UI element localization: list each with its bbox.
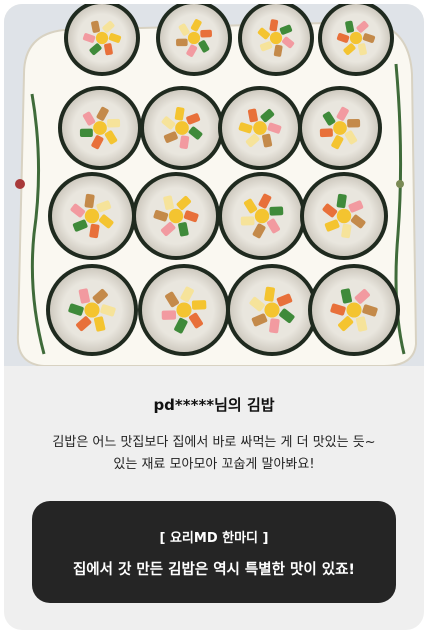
kimbap-roll [226,264,318,356]
kimbap-photo [4,4,424,366]
kimbap-roll [46,264,138,356]
review-description: 김밥은 어느 맛집보다 집에서 바로 싸먹는 게 더 맛있는 듯~ 있는 재료 … [14,432,414,476]
kimbap-roll [48,172,136,260]
kimbap-roll [218,172,306,260]
md-comment-box: [ 요리MD 한마디 ] 집에서 갓 만든 김밥은 역시 특별한 맛이 있죠! [32,501,396,603]
kimbap-roll [298,86,382,170]
kimbap-roll [58,86,142,170]
review-title: pd*****님의 김밥 [153,396,275,414]
kimbap-roll [132,172,220,260]
kimbap-roll [218,86,302,170]
review-card: pd*****님의 김밥 김밥은 어느 맛집보다 집에서 바로 싸먹는 게 더 … [4,4,424,630]
review-description-line-1: 김밥은 어느 맛집보다 집에서 바로 싸먹는 게 더 맛있는 듯~ [52,435,376,450]
md-comment-text: 집에서 갓 만든 김밥은 역시 특별한 맛이 있죠! [72,562,356,578]
review-description-line-2: 있는 재료 모아모아 꼬숩게 말아봐요! [113,457,315,472]
md-comment-label: [ 요리MD 한마디 ] [159,531,269,546]
kimbap-roll [300,172,388,260]
kimbap-roll [308,264,400,356]
kimbap-roll [140,86,224,170]
kimbap-illustration [4,4,424,366]
kimbap-roll [138,264,230,356]
